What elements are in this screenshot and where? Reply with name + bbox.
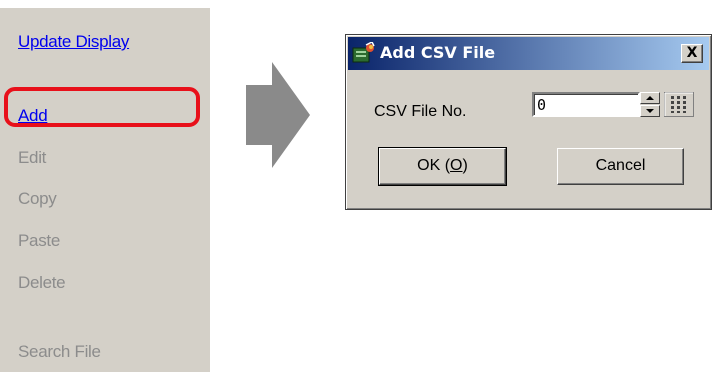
menu-item-delete[interactable]: Delete	[18, 273, 66, 293]
ok-button[interactable]: OK (O)	[378, 147, 507, 186]
csv-app-icon	[352, 42, 375, 63]
dialog-title: Add CSV File	[380, 43, 496, 62]
menu-item-paste[interactable]: Paste	[18, 231, 60, 251]
right-arrow-icon	[246, 62, 310, 168]
highlight-callout	[4, 87, 200, 127]
csv-file-no-label: CSV File No.	[374, 103, 467, 120]
spin-up-button[interactable]	[640, 92, 660, 104]
ok-mnemonic: O	[450, 157, 463, 174]
menu-item-update-display[interactable]: Update Display	[18, 32, 129, 52]
close-button[interactable]: X	[681, 44, 703, 63]
menu-item-copy[interactable]: Copy	[18, 189, 57, 209]
dialog-title-bar[interactable]: Add CSV File X	[348, 37, 709, 70]
csv-file-no-input[interactable]: 0	[532, 92, 640, 117]
csv-file-no-spinner	[640, 92, 660, 117]
menu-item-search-file[interactable]: Search File	[18, 342, 101, 362]
menu-item-edit[interactable]: Edit	[18, 148, 46, 168]
add-csv-file-dialog: Add CSV File X CSV File No. 0 OK (O) Can…	[345, 34, 712, 210]
spin-down-button[interactable]	[640, 105, 660, 117]
context-menu-panel: Update Display Add Edit Copy Paste Delet…	[0, 8, 210, 372]
keypad-icon[interactable]	[664, 92, 694, 117]
cancel-button[interactable]: Cancel	[557, 148, 684, 185]
ok-button-label: OK (O)	[417, 157, 468, 174]
